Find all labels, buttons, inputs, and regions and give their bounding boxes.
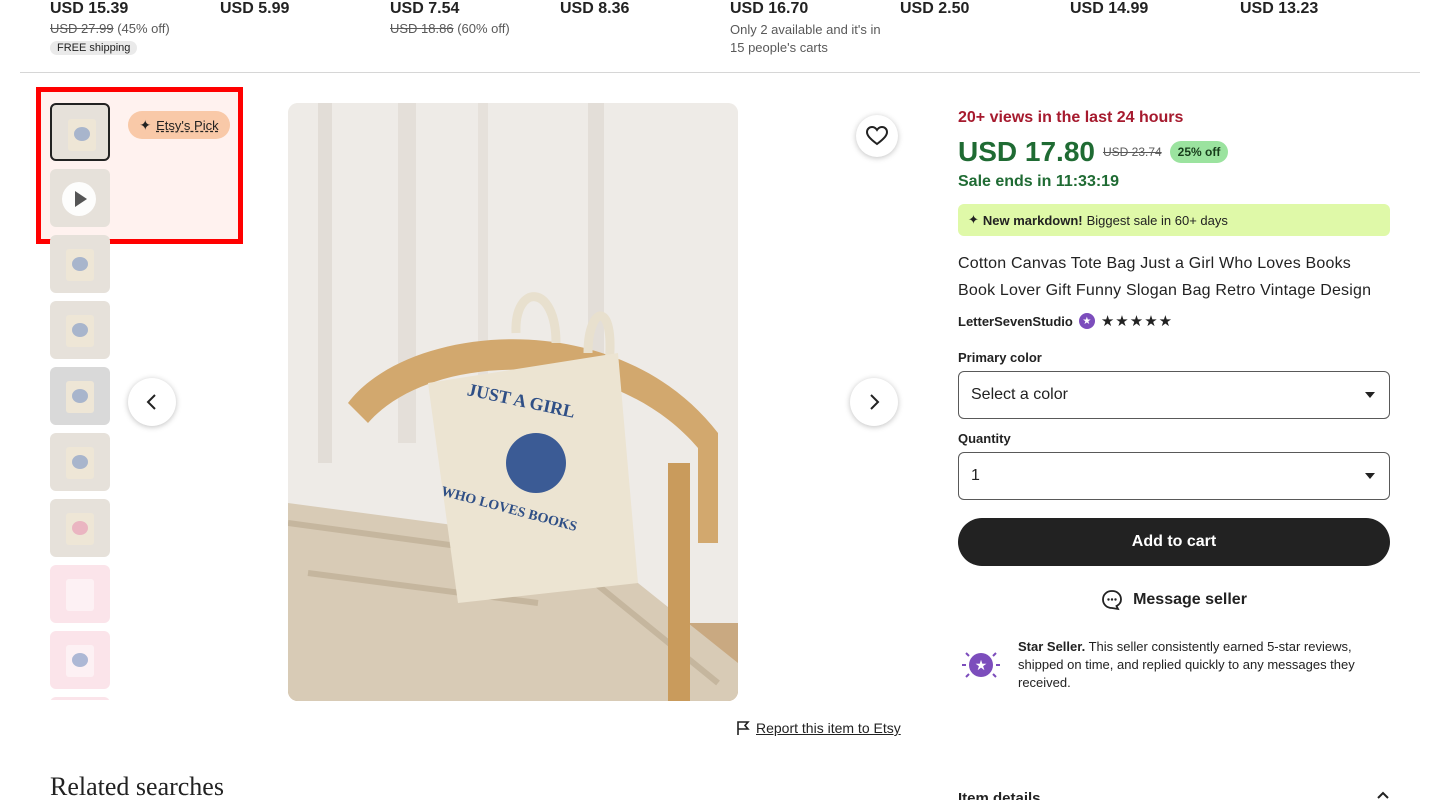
listing-card-6[interactable]: USD 2.50 [900, 0, 1065, 18]
listing-card-2[interactable]: USD 5.99 [220, 0, 385, 18]
scarcity-note: Only 2 available and it's in 15 people's… [730, 22, 881, 55]
listing-card-3[interactable]: USD 7.54 USD 18.86 (60% off) [390, 0, 555, 38]
next-image-button[interactable] [850, 378, 898, 426]
message-seller-label: Message seller [1133, 591, 1247, 608]
listing-price: USD 2.50 [900, 0, 970, 17]
original-price: USD 23.74 [1102, 145, 1162, 159]
listing-card-1[interactable]: USD 15.39 USD 27.99 (45% off) FREE shipp… [50, 0, 215, 56]
listing-price: USD 13.23 [1240, 0, 1319, 17]
listing-price: USD 7.54 [390, 0, 460, 17]
thumbnail-9[interactable] [50, 631, 110, 689]
report-link-text: Report this item to Etsy [756, 720, 901, 736]
heart-icon [866, 126, 888, 146]
chevron-right-icon [870, 394, 880, 410]
rating-stars-icon[interactable]: ★★★★★ [1101, 312, 1173, 330]
thumbnail-5[interactable] [50, 367, 110, 425]
listing-discount: USD 18.86 (60% off) [390, 21, 510, 36]
item-details-label: Item details [958, 790, 1041, 800]
quantity-value: 1 [971, 467, 980, 484]
etsys-pick-label: Etsy's Pick [156, 117, 219, 133]
star-seller-text: Star Seller. This seller consistently ea… [1018, 639, 1355, 690]
listing-price: USD 15.39 [50, 0, 129, 17]
primary-color-value: Select a color [971, 386, 1068, 403]
listing-price: USD 5.99 [220, 0, 290, 17]
chevron-left-icon [146, 394, 156, 410]
svg-text:★: ★ [975, 658, 988, 674]
buy-box: 20+ views in the last 24 hours USD 17.80… [958, 108, 1390, 692]
markdown-text: Biggest sale in 60+ days [1086, 212, 1228, 228]
star-seller-info: ★ Star Seller. This seller consistently … [958, 638, 1390, 692]
sale-countdown: Sale ends in 11:33:19 [958, 173, 1119, 190]
thumbnail-3[interactable] [50, 235, 110, 293]
sparkle-icon: ✦ [968, 212, 979, 227]
quantity-select[interactable]: 1 [958, 452, 1390, 500]
quantity-label: Quantity [958, 431, 1011, 446]
listing-price: USD 8.36 [560, 0, 630, 17]
thumbnail-7[interactable] [50, 499, 110, 557]
caret-down-icon [1365, 392, 1375, 398]
primary-color-label: Primary color [958, 350, 1042, 365]
seller-row: LetterSevenStudio ★ ★★★★★ [958, 312, 1390, 330]
tote-bag-photo: JUST A GIRL WHO LOVES BOOKS [288, 103, 738, 701]
product-title: Cotton Canvas Tote Bag Just a Girl Who L… [958, 255, 1372, 299]
recent-listings-strip: USD 15.39 USD 27.99 (45% off) FREE shipp… [0, 0, 1440, 72]
message-seller-button[interactable]: Message seller [958, 582, 1390, 618]
star-seller-badge-icon: ★ [962, 652, 1000, 678]
section-divider [20, 72, 1420, 73]
item-details-toggle[interactable]: Item details [958, 790, 1390, 800]
sale-price: USD 17.80 [958, 136, 1095, 167]
caret-down-icon [1365, 473, 1375, 479]
thumbnail-6[interactable] [50, 433, 110, 491]
price-row: USD 17.80 USD 23.74 25% off [958, 136, 1390, 168]
report-item-link[interactable]: Report this item to Etsy [736, 720, 901, 736]
thumbnail-8[interactable] [50, 565, 110, 623]
play-icon [62, 182, 96, 216]
thumbnail-4[interactable] [50, 301, 110, 359]
chat-bubble-icon [1102, 590, 1122, 611]
markdown-banner: ✦ New markdown! Biggest sale in 60+ days [958, 204, 1390, 236]
flag-icon [737, 721, 750, 735]
free-shipping-badge: FREE shipping [50, 41, 138, 55]
listing-discount: USD 27.99 (45% off) [50, 21, 170, 36]
primary-color-select[interactable]: Select a color [958, 371, 1390, 419]
listing-price: USD 14.99 [1070, 0, 1149, 17]
seller-name[interactable]: LetterSevenStudio [958, 314, 1073, 329]
sparkle-icon: ✦ [139, 116, 152, 133]
listing-card-8[interactable]: USD 13.23 [1240, 0, 1405, 18]
chevron-up-icon [1377, 791, 1389, 799]
add-to-cart-button[interactable]: Add to cart [958, 518, 1390, 566]
discount-badge: 25% off [1169, 141, 1229, 163]
thumbnail-10[interactable] [50, 697, 110, 700]
listing-price: USD 16.70 [730, 0, 809, 17]
previous-image-button[interactable] [128, 378, 176, 426]
main-product-image[interactable]: JUST A GIRL WHO LOVES BOOKS [288, 103, 738, 701]
thumbnail-list [50, 103, 112, 700]
thumbnail-1[interactable] [50, 103, 110, 161]
favorite-button[interactable] [856, 115, 898, 157]
markdown-bold: New markdown! [982, 212, 1083, 228]
star-seller-icon: ★ [1078, 313, 1095, 329]
thumbnail-video[interactable] [50, 169, 110, 227]
related-searches-heading: Related searches [50, 772, 224, 800]
listing-card-5[interactable]: USD 16.70 Only 2 available and it's in 1… [730, 0, 895, 57]
listing-card-4[interactable]: USD 8.36 [560, 0, 725, 18]
views-count: 20+ views in the last 24 hours [958, 109, 1184, 126]
listing-card-7[interactable]: USD 14.99 [1070, 0, 1235, 18]
etsys-pick-badge[interactable]: ✦ Etsy's Pick [128, 111, 230, 139]
